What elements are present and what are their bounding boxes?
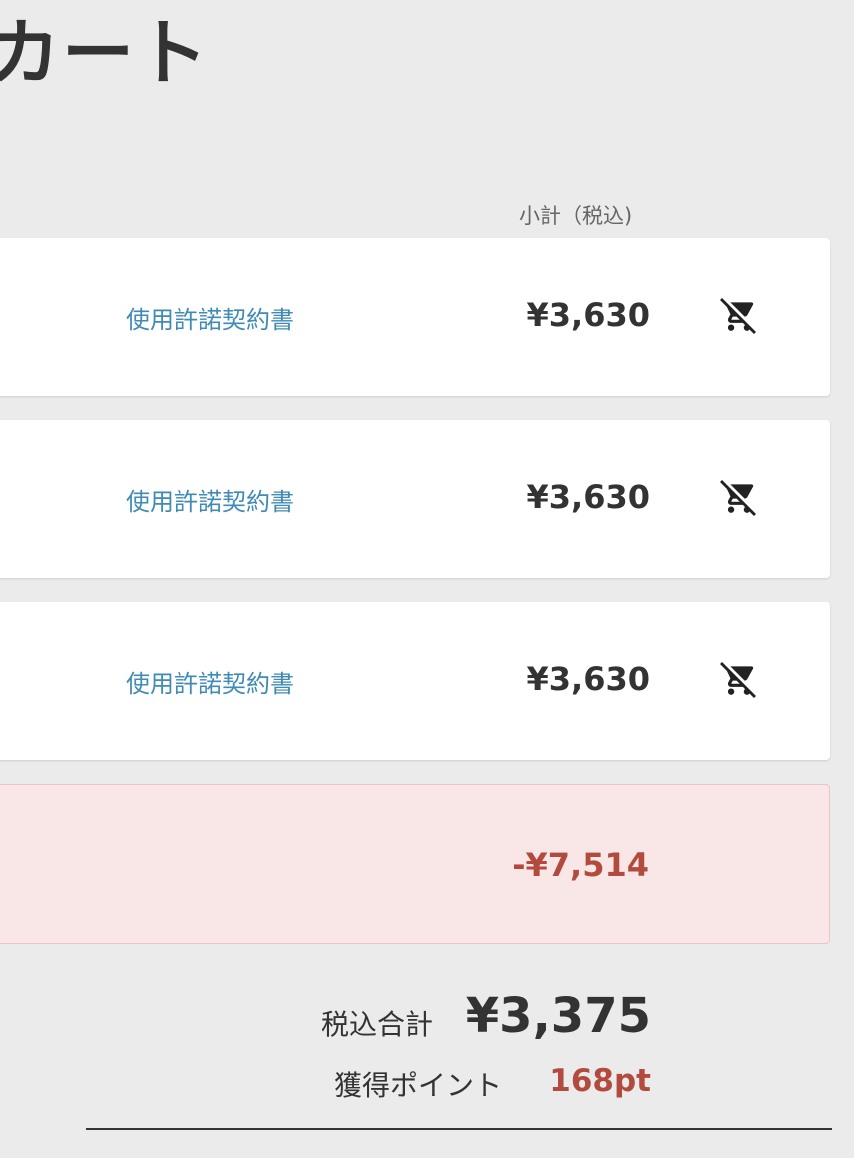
total-label: 税込合計 bbox=[321, 1008, 434, 1041]
item-license-link[interactable]: 使用許諾契約書 bbox=[126, 482, 294, 517]
remove-from-cart-button[interactable] bbox=[716, 476, 762, 522]
remove-shopping-cart-icon bbox=[720, 478, 758, 520]
item-price: ¥3,630 bbox=[526, 478, 650, 516]
item-price: ¥3,630 bbox=[526, 660, 650, 698]
cart-item: 使用許諾契約書 ¥3,630 bbox=[0, 602, 830, 760]
total-amount: ¥3,375 bbox=[465, 988, 651, 1044]
item-license-link[interactable]: 使用許諾契約書 bbox=[126, 664, 294, 699]
discount-row: -¥7,514 bbox=[0, 784, 830, 944]
points-amount: 168pt bbox=[549, 1063, 651, 1099]
remove-from-cart-button[interactable] bbox=[716, 294, 762, 340]
summary-divider bbox=[86, 1128, 832, 1130]
remove-from-cart-button[interactable] bbox=[716, 658, 762, 704]
page-title: カート bbox=[0, 11, 211, 95]
remove-shopping-cart-icon bbox=[720, 296, 758, 338]
points-label: 獲得ポイント bbox=[334, 1069, 503, 1102]
item-price: ¥3,630 bbox=[526, 296, 650, 334]
discount-amount: -¥7,514 bbox=[512, 846, 649, 884]
cart-item: 使用許諾契約書 ¥3,630 bbox=[0, 238, 830, 396]
cart-item: 使用許諾契約書 ¥3,630 bbox=[0, 420, 830, 578]
item-license-link[interactable]: 使用許諾契約書 bbox=[126, 300, 294, 335]
subtotal-column-header: 小計（税込) bbox=[519, 204, 633, 228]
remove-shopping-cart-icon bbox=[720, 660, 758, 702]
